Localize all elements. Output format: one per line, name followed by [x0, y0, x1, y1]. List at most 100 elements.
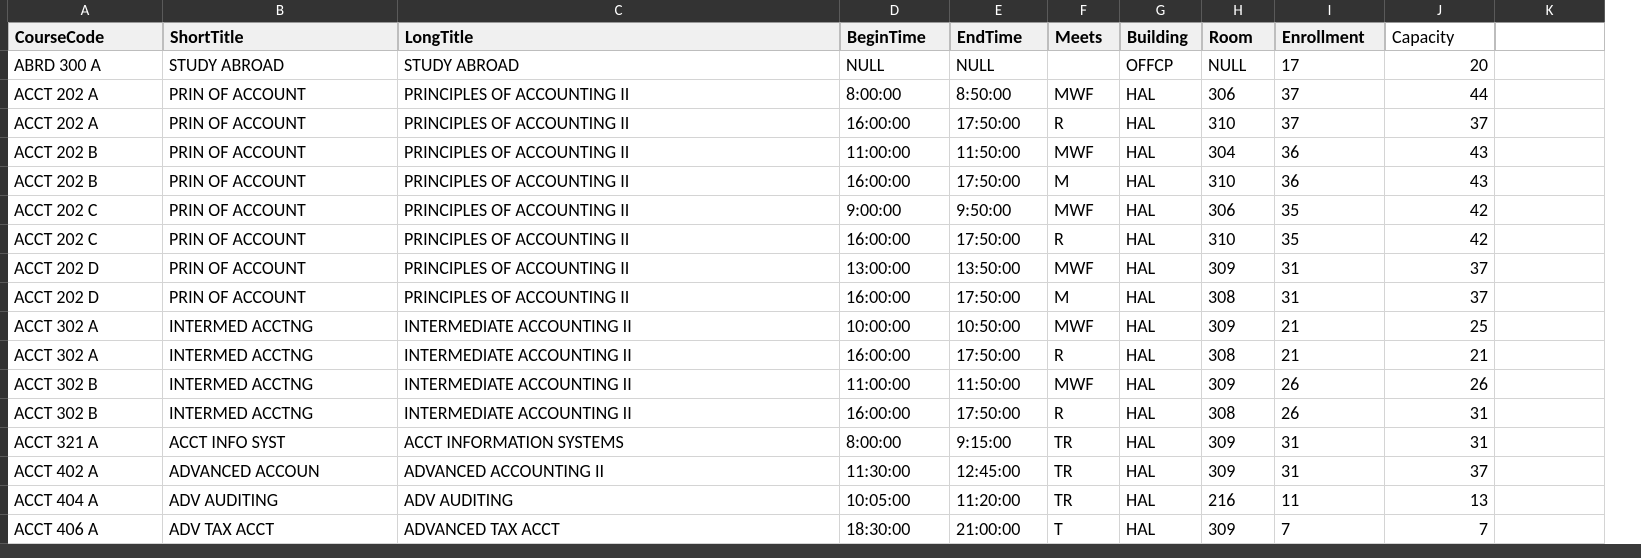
- cell-j-13[interactable]: 26: [1385, 370, 1495, 399]
- cell-j-10[interactable]: 37: [1385, 283, 1495, 312]
- cell-i-4[interactable]: 37: [1275, 109, 1385, 138]
- cell-f-4[interactable]: R: [1048, 109, 1120, 138]
- cell-c-18[interactable]: ADVANCED TAX ACCT: [398, 515, 840, 544]
- cell-i-17[interactable]: 11: [1275, 486, 1385, 515]
- cell-c-2[interactable]: STUDY ABROAD: [398, 51, 840, 80]
- cell-j-15[interactable]: 31: [1385, 428, 1495, 457]
- cell-g-4[interactable]: HAL: [1120, 109, 1202, 138]
- cell-k-9[interactable]: [1495, 254, 1605, 283]
- header-j[interactable]: Capacity: [1385, 22, 1495, 51]
- cell-a-5[interactable]: ACCT 202 B: [8, 138, 163, 167]
- cell-b-12[interactable]: INTERMED ACCTNG: [163, 341, 398, 370]
- cell-b-10[interactable]: PRIN OF ACCOUNT: [163, 283, 398, 312]
- cell-e-17[interactable]: 11:20:00: [950, 486, 1048, 515]
- row-gutter-8[interactable]: [0, 225, 8, 254]
- cell-h-12[interactable]: 308: [1202, 341, 1275, 370]
- cell-e-18[interactable]: 21:00:00: [950, 515, 1048, 544]
- cell-a-7[interactable]: ACCT 202 C: [8, 196, 163, 225]
- cell-h-16[interactable]: 309: [1202, 457, 1275, 486]
- row-gutter-15[interactable]: [0, 428, 8, 457]
- cell-c-12[interactable]: INTERMEDIATE ACCOUNTING II: [398, 341, 840, 370]
- cell-a-2[interactable]: ABRD 300 A: [8, 51, 163, 80]
- column-letter-a[interactable]: A: [8, 0, 163, 22]
- cell-g-7[interactable]: HAL: [1120, 196, 1202, 225]
- cell-j-9[interactable]: 37: [1385, 254, 1495, 283]
- cell-i-18[interactable]: 7: [1275, 515, 1385, 544]
- cell-h-13[interactable]: 309: [1202, 370, 1275, 399]
- cell-e-11[interactable]: 10:50:00: [950, 312, 1048, 341]
- cell-e-5[interactable]: 11:50:00: [950, 138, 1048, 167]
- cell-h-4[interactable]: 310: [1202, 109, 1275, 138]
- cell-i-13[interactable]: 26: [1275, 370, 1385, 399]
- cell-d-2[interactable]: NULL: [840, 51, 950, 80]
- cell-g-17[interactable]: HAL: [1120, 486, 1202, 515]
- cell-i-7[interactable]: 35: [1275, 196, 1385, 225]
- cell-b-11[interactable]: INTERMED ACCTNG: [163, 312, 398, 341]
- cell-f-11[interactable]: MWF: [1048, 312, 1120, 341]
- cell-d-8[interactable]: 16:00:00: [840, 225, 950, 254]
- cell-j-11[interactable]: 25: [1385, 312, 1495, 341]
- row-gutter-10[interactable]: [0, 283, 8, 312]
- cell-k-4[interactable]: [1495, 109, 1605, 138]
- cell-d-5[interactable]: 11:00:00: [840, 138, 950, 167]
- cell-e-2[interactable]: NULL: [950, 51, 1048, 80]
- cell-i-11[interactable]: 21: [1275, 312, 1385, 341]
- cell-h-10[interactable]: 308: [1202, 283, 1275, 312]
- cell-k-17[interactable]: [1495, 486, 1605, 515]
- header-i[interactable]: Enrollment: [1275, 22, 1385, 51]
- row-gutter-6[interactable]: [0, 167, 8, 196]
- cell-j-16[interactable]: 37: [1385, 457, 1495, 486]
- column-letter-f[interactable]: F: [1048, 0, 1120, 22]
- cell-c-16[interactable]: ADVANCED ACCOUNTING II: [398, 457, 840, 486]
- cell-g-12[interactable]: HAL: [1120, 341, 1202, 370]
- cell-j-4[interactable]: 37: [1385, 109, 1495, 138]
- cell-a-13[interactable]: ACCT 302 B: [8, 370, 163, 399]
- cell-k-2[interactable]: [1495, 51, 1605, 80]
- cell-g-16[interactable]: HAL: [1120, 457, 1202, 486]
- cell-f-13[interactable]: MWF: [1048, 370, 1120, 399]
- cell-f-3[interactable]: MWF: [1048, 80, 1120, 109]
- cell-h-2[interactable]: NULL: [1202, 51, 1275, 80]
- cell-b-3[interactable]: PRIN OF ACCOUNT: [163, 80, 398, 109]
- cell-c-8[interactable]: PRINCIPLES OF ACCOUNTING II: [398, 225, 840, 254]
- cell-f-5[interactable]: MWF: [1048, 138, 1120, 167]
- cell-i-9[interactable]: 31: [1275, 254, 1385, 283]
- cell-a-8[interactable]: ACCT 202 C: [8, 225, 163, 254]
- cell-b-14[interactable]: INTERMED ACCTNG: [163, 399, 398, 428]
- cell-h-7[interactable]: 306: [1202, 196, 1275, 225]
- cell-c-3[interactable]: PRINCIPLES OF ACCOUNTING II: [398, 80, 840, 109]
- cell-i-10[interactable]: 31: [1275, 283, 1385, 312]
- cell-i-15[interactable]: 31: [1275, 428, 1385, 457]
- cell-b-13[interactable]: INTERMED ACCTNG: [163, 370, 398, 399]
- row-gutter-9[interactable]: [0, 254, 8, 283]
- cell-k-14[interactable]: [1495, 399, 1605, 428]
- cell-c-15[interactable]: ACCT INFORMATION SYSTEMS: [398, 428, 840, 457]
- cell-b-17[interactable]: ADV AUDITING: [163, 486, 398, 515]
- cell-e-3[interactable]: 8:50:00: [950, 80, 1048, 109]
- cell-d-9[interactable]: 13:00:00: [840, 254, 950, 283]
- cell-h-18[interactable]: 309: [1202, 515, 1275, 544]
- cell-a-14[interactable]: ACCT 302 B: [8, 399, 163, 428]
- cell-c-17[interactable]: ADV AUDITING: [398, 486, 840, 515]
- column-letter-g[interactable]: G: [1120, 0, 1202, 22]
- header-f[interactable]: Meets: [1048, 22, 1120, 51]
- cell-h-9[interactable]: 309: [1202, 254, 1275, 283]
- cell-d-18[interactable]: 18:30:00: [840, 515, 950, 544]
- row-gutter-3[interactable]: [0, 80, 8, 109]
- cell-g-10[interactable]: HAL: [1120, 283, 1202, 312]
- cell-k-6[interactable]: [1495, 167, 1605, 196]
- cell-a-6[interactable]: ACCT 202 B: [8, 167, 163, 196]
- cell-g-18[interactable]: HAL: [1120, 515, 1202, 544]
- row-gutter-2[interactable]: [0, 51, 8, 80]
- cell-g-11[interactable]: HAL: [1120, 312, 1202, 341]
- cell-h-5[interactable]: 304: [1202, 138, 1275, 167]
- cell-a-4[interactable]: ACCT 202 A: [8, 109, 163, 138]
- cell-i-3[interactable]: 37: [1275, 80, 1385, 109]
- cell-h-14[interactable]: 308: [1202, 399, 1275, 428]
- header-g[interactable]: Building: [1120, 22, 1202, 51]
- row-gutter-5[interactable]: [0, 138, 8, 167]
- row-gutter-14[interactable]: [0, 399, 8, 428]
- cell-e-9[interactable]: 13:50:00: [950, 254, 1048, 283]
- cell-a-12[interactable]: ACCT 302 A: [8, 341, 163, 370]
- cell-d-12[interactable]: 16:00:00: [840, 341, 950, 370]
